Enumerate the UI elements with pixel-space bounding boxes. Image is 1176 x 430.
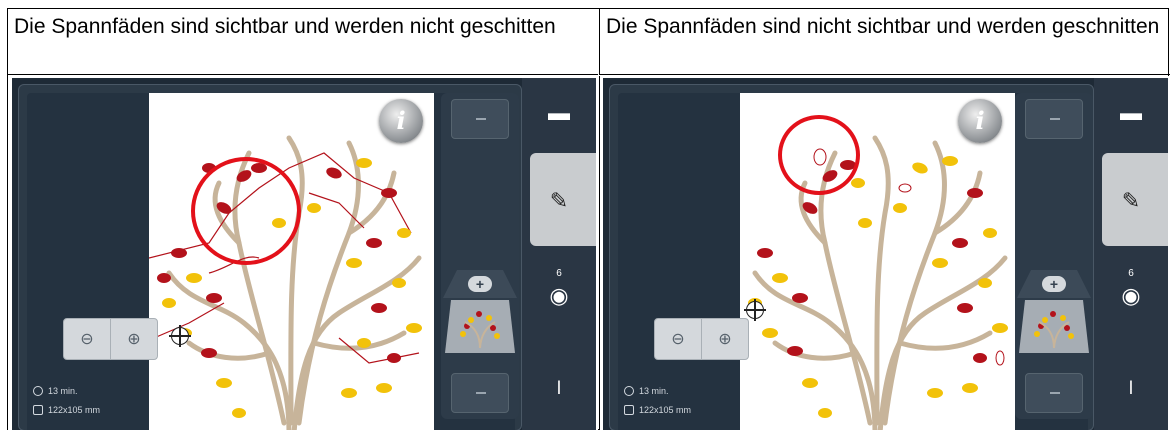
palette-icon[interactable]: ◉ <box>1094 283 1168 309</box>
add-design-icon[interactable]: + <box>468 276 492 292</box>
side-panel: + <box>441 93 519 419</box>
highlight-circle <box>191 157 301 265</box>
scroll-down-button[interactable] <box>1025 373 1083 413</box>
scroll-up-button[interactable] <box>451 99 509 139</box>
side-panel: + <box>1015 93 1093 419</box>
color-count-badge: 6 <box>556 268 562 279</box>
zoom-out-icon[interactable]: ⊖ <box>655 319 701 359</box>
crosshair-icon[interactable] <box>169 325 191 347</box>
size-readout: 122x105 mm <box>33 405 100 415</box>
embroidery-canvas: i ⊖ ⊕ 13 min. 122x105 mm + <box>18 84 522 430</box>
zoom-out-icon[interactable]: ⊖ <box>64 319 110 359</box>
zoom-in-icon[interactable]: ⊕ <box>701 319 748 359</box>
pencil-icon[interactable]: ✎ <box>522 188 596 214</box>
screenshot-left: i ⊖ ⊕ 13 min. 122x105 mm + ▬ ✎ 6 ◉ ǀ <box>8 76 598 430</box>
size-icon <box>624 405 634 415</box>
machine-screen: i ⊖ ⊕ 13 min. 122x105 mm + ▬ ✎ 6 ◉ ǀ <box>603 78 1168 430</box>
right-toolbar: ▬ ✎ 6 ◉ ǀ <box>522 78 596 430</box>
clock-icon <box>33 386 43 396</box>
comparison-table: Die Spannfäden sind sichtbar und werden … <box>7 8 1170 430</box>
scroll-up-button[interactable] <box>1025 99 1083 139</box>
embroidery-canvas: i ⊖ ⊕ 13 min. 122x105 mm + <box>609 84 1094 430</box>
size-value: 122x105 mm <box>639 405 692 415</box>
clock-icon <box>624 386 634 396</box>
right-toolbar: ▬ ✎ 6 ◉ ǀ <box>1094 78 1168 430</box>
highlight-circle <box>778 115 860 195</box>
time-value: 13 min. <box>639 386 669 396</box>
time-value: 13 min. <box>48 386 78 396</box>
scroll-down-button[interactable] <box>451 373 509 413</box>
time-readout: 13 min. <box>624 386 669 396</box>
size-icon <box>33 405 43 415</box>
folder-icon[interactable]: ▬ <box>522 100 596 126</box>
crosshair-icon[interactable] <box>744 299 766 321</box>
machine-screen: i ⊖ ⊕ 13 min. 122x105 mm + ▬ ✎ 6 ◉ ǀ <box>12 78 596 430</box>
design-preview-tray: + <box>1017 268 1091 353</box>
needle-icon[interactable]: ǀ <box>1094 378 1168 399</box>
zoom-in-icon[interactable]: ⊕ <box>110 319 157 359</box>
folder-icon[interactable]: ▬ <box>1094 100 1168 126</box>
pencil-icon[interactable]: ✎ <box>1094 188 1168 214</box>
zoom-controls: ⊖ ⊕ <box>654 318 749 360</box>
info-icon[interactable]: i <box>958 99 1002 143</box>
tree-design <box>149 135 422 430</box>
caption-left: Die Spannfäden sind sichtbar und werden … <box>8 9 598 75</box>
screenshot-right: i ⊖ ⊕ 13 min. 122x105 mm + ▬ ✎ 6 ◉ ǀ <box>599 76 1170 430</box>
add-design-icon[interactable]: + <box>1042 276 1066 292</box>
time-readout: 13 min. <box>33 386 78 396</box>
size-value: 122x105 mm <box>48 405 101 415</box>
palette-icon[interactable]: ◉ <box>522 283 596 309</box>
info-icon[interactable]: i <box>379 99 423 143</box>
zoom-controls: ⊖ ⊕ <box>63 318 158 360</box>
caption-right: Die Spannfäden sind nicht sichtbar und w… <box>599 9 1170 75</box>
needle-icon[interactable]: ǀ <box>522 378 596 399</box>
size-readout: 122x105 mm <box>624 405 691 415</box>
design-preview-tray: + <box>443 268 517 353</box>
color-count-badge: 6 <box>1128 268 1134 279</box>
hoop-area <box>149 93 434 430</box>
